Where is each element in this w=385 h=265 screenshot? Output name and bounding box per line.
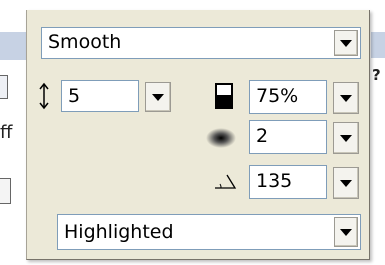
chevron-down-icon	[340, 39, 352, 47]
opacity-dropdown-button[interactable]	[333, 82, 359, 114]
chevron-down-icon	[340, 179, 352, 187]
angle-dropdown-button[interactable]	[333, 167, 359, 199]
background-text-fragment: ff	[0, 122, 13, 143]
mode-select-dropdown-button[interactable]	[334, 217, 358, 247]
opacity-icon	[215, 83, 233, 109]
background-left-toolbar: ff	[0, 0, 26, 265]
softness-input[interactable]: 2	[249, 120, 327, 154]
mode-select[interactable]: Highlighted	[57, 214, 361, 250]
background-control	[0, 178, 11, 204]
background-control	[0, 75, 8, 99]
chevron-down-icon	[152, 93, 164, 101]
help-icon: ?	[372, 66, 381, 84]
opacity-value: 75%	[256, 85, 299, 107]
vertical-resize-icon	[39, 82, 49, 110]
angle-icon	[215, 174, 237, 189]
angle-input[interactable]: 135	[249, 165, 327, 199]
shadow-options-panel: Smooth 5 75% 2 135 Highlighted	[26, 10, 370, 260]
softness-dropdown-button[interactable]	[333, 122, 359, 154]
background-strip	[371, 32, 385, 58]
style-select-value: Smooth	[48, 31, 122, 53]
mode-select-value: Highlighted	[64, 221, 174, 243]
softness-value: 2	[256, 125, 269, 147]
style-select[interactable]: Smooth	[41, 27, 361, 59]
chevron-down-icon	[340, 94, 352, 102]
chevron-down-icon	[340, 134, 352, 142]
angle-value: 135	[256, 170, 293, 192]
style-select-dropdown-button[interactable]	[334, 30, 358, 56]
background-strip	[0, 32, 26, 60]
distance-dropdown-button[interactable]	[145, 82, 171, 112]
distance-value: 5	[68, 85, 81, 107]
opacity-input[interactable]: 75%	[249, 80, 327, 114]
chevron-down-icon	[340, 228, 352, 236]
softness-icon	[206, 128, 236, 148]
distance-input[interactable]: 5	[61, 80, 139, 112]
background-right-toolbar: ?	[371, 0, 385, 265]
